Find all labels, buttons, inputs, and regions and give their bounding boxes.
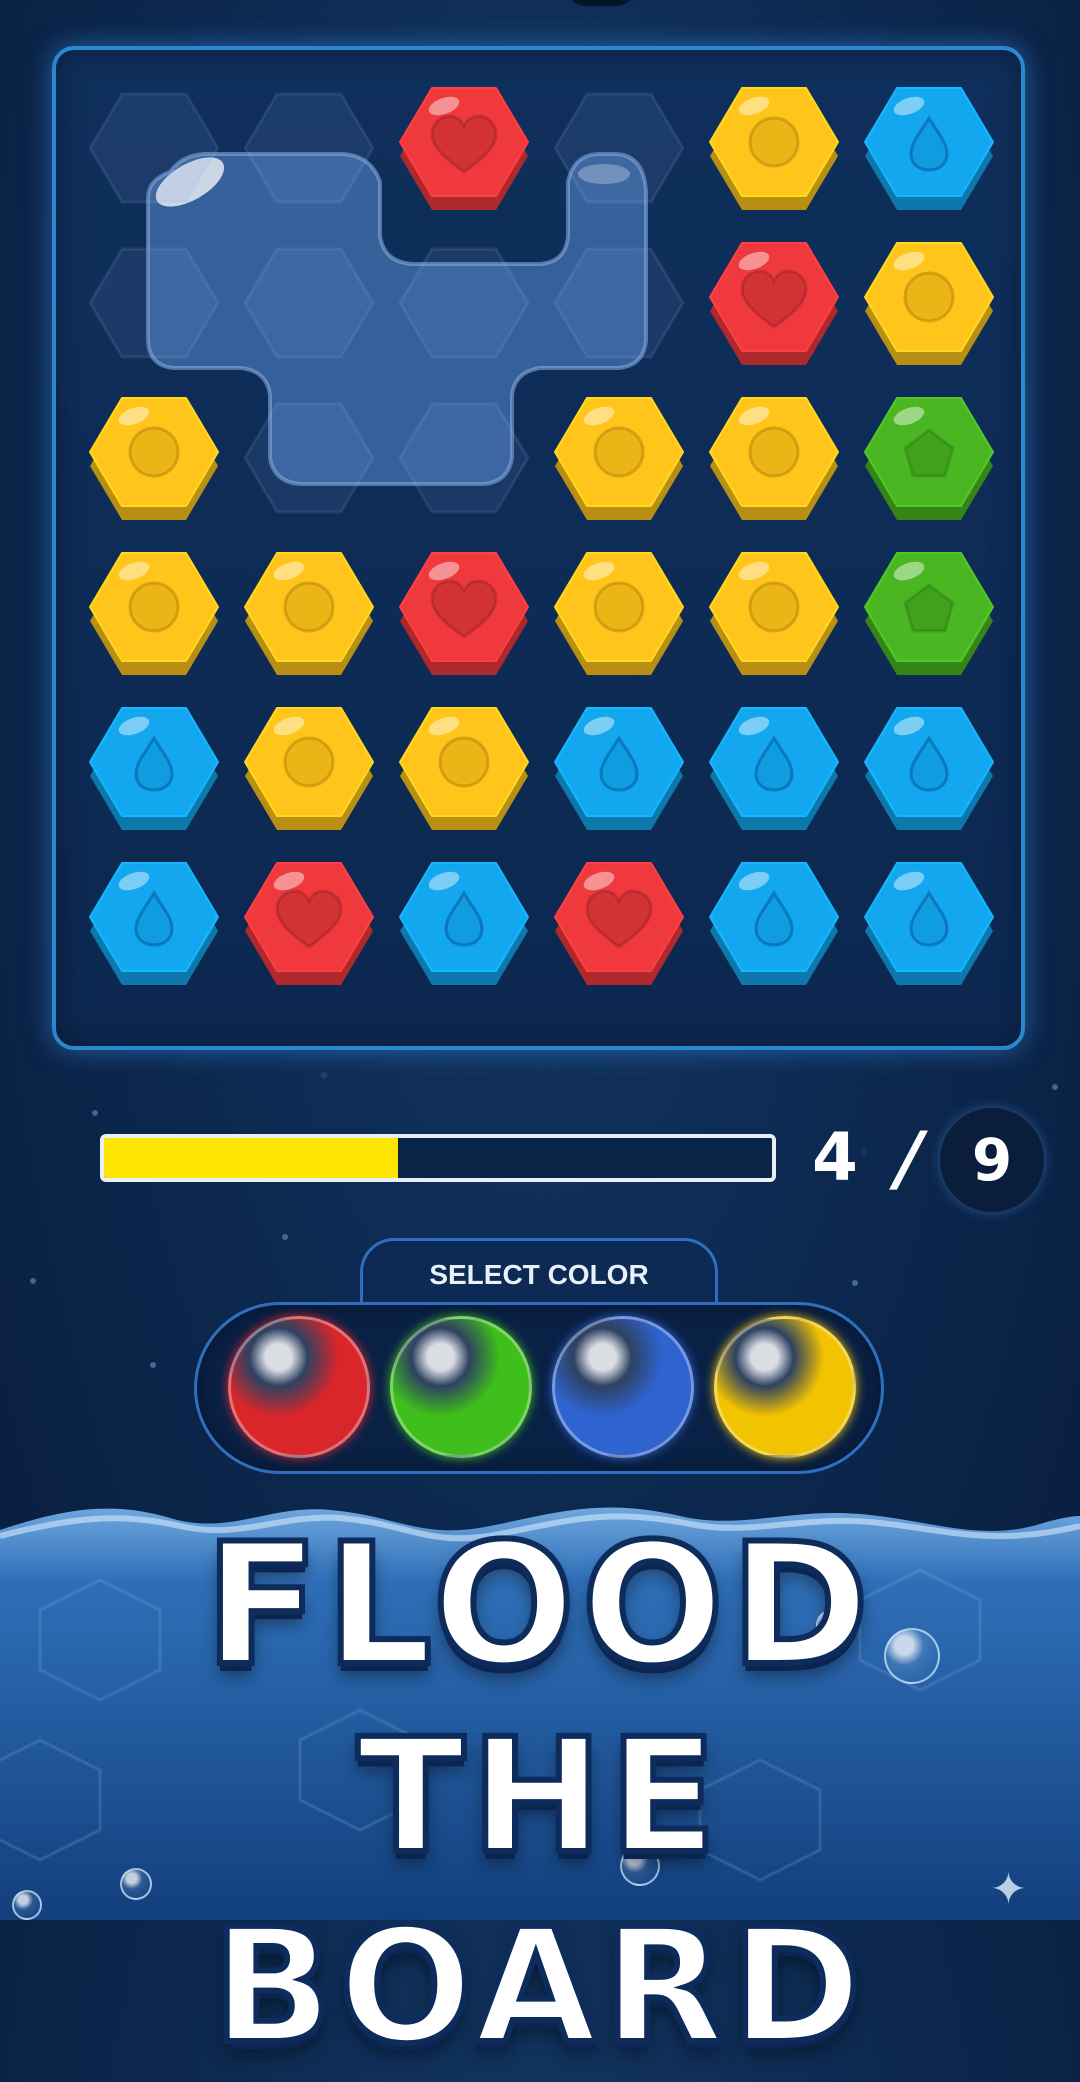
tile-flood <box>547 76 691 220</box>
tile-red <box>547 851 691 995</box>
moves-total-badge: 9 <box>940 1108 1044 1212</box>
tile-blue <box>392 851 536 995</box>
bg-dot <box>150 1362 156 1368</box>
tile-flood <box>392 231 536 375</box>
tile-yellow <box>237 696 381 840</box>
select-color-label: SELECT COLOR <box>429 1259 649 1290</box>
tile-flood <box>82 76 226 220</box>
tile-yellow <box>547 541 691 685</box>
color-button-blue[interactable] <box>552 1316 694 1458</box>
tile-yellow <box>82 386 226 530</box>
tile-flood <box>82 231 226 375</box>
tile-red <box>392 541 536 685</box>
tile-yellow <box>857 231 1001 375</box>
tile-blue <box>82 696 226 840</box>
tile-yellow <box>702 541 846 685</box>
color-button-yellow[interactable] <box>714 1316 856 1458</box>
bg-dot <box>30 1278 36 1284</box>
color-button-green[interactable] <box>390 1316 532 1458</box>
tile-blue <box>857 696 1001 840</box>
bubble <box>12 1890 42 1920</box>
bg-dot <box>852 1280 858 1286</box>
tile-red <box>392 76 536 220</box>
tile-flood <box>392 386 536 530</box>
tile-flood <box>237 76 381 220</box>
select-color-tab: SELECT COLOR <box>360 1238 718 1308</box>
tile-yellow <box>392 696 536 840</box>
tile-yellow <box>547 386 691 530</box>
moves-total: 9 <box>971 1126 1013 1194</box>
bg-dot <box>92 1110 98 1116</box>
tile-green <box>857 541 1001 685</box>
tile-red <box>237 851 381 995</box>
tile-blue <box>857 851 1001 995</box>
moves-progress-bar <box>100 1134 776 1182</box>
tile-red <box>702 231 846 375</box>
title-line-1: FLOOD <box>202 1507 876 1703</box>
color-button-red[interactable] <box>228 1316 370 1458</box>
tile-blue <box>702 696 846 840</box>
tile-flood <box>237 386 381 530</box>
tile-yellow <box>702 76 846 220</box>
tile-yellow <box>702 386 846 530</box>
tile-yellow <box>237 541 381 685</box>
tile-flood <box>547 231 691 375</box>
tile-blue <box>82 851 226 995</box>
tile-green <box>857 386 1001 530</box>
bg-dot <box>1052 1084 1058 1090</box>
progress-fill <box>104 1138 398 1178</box>
tile-blue <box>702 851 846 995</box>
title-line-2: THE BOARD <box>209 1702 868 2082</box>
tile-yellow <box>82 541 226 685</box>
tile-blue <box>857 76 1001 220</box>
bg-dot <box>282 1234 288 1240</box>
moves-used: 4 <box>812 1119 858 1196</box>
tile-blue <box>547 696 691 840</box>
game-board[interactable] <box>52 46 1025 1050</box>
tile-flood <box>237 231 381 375</box>
